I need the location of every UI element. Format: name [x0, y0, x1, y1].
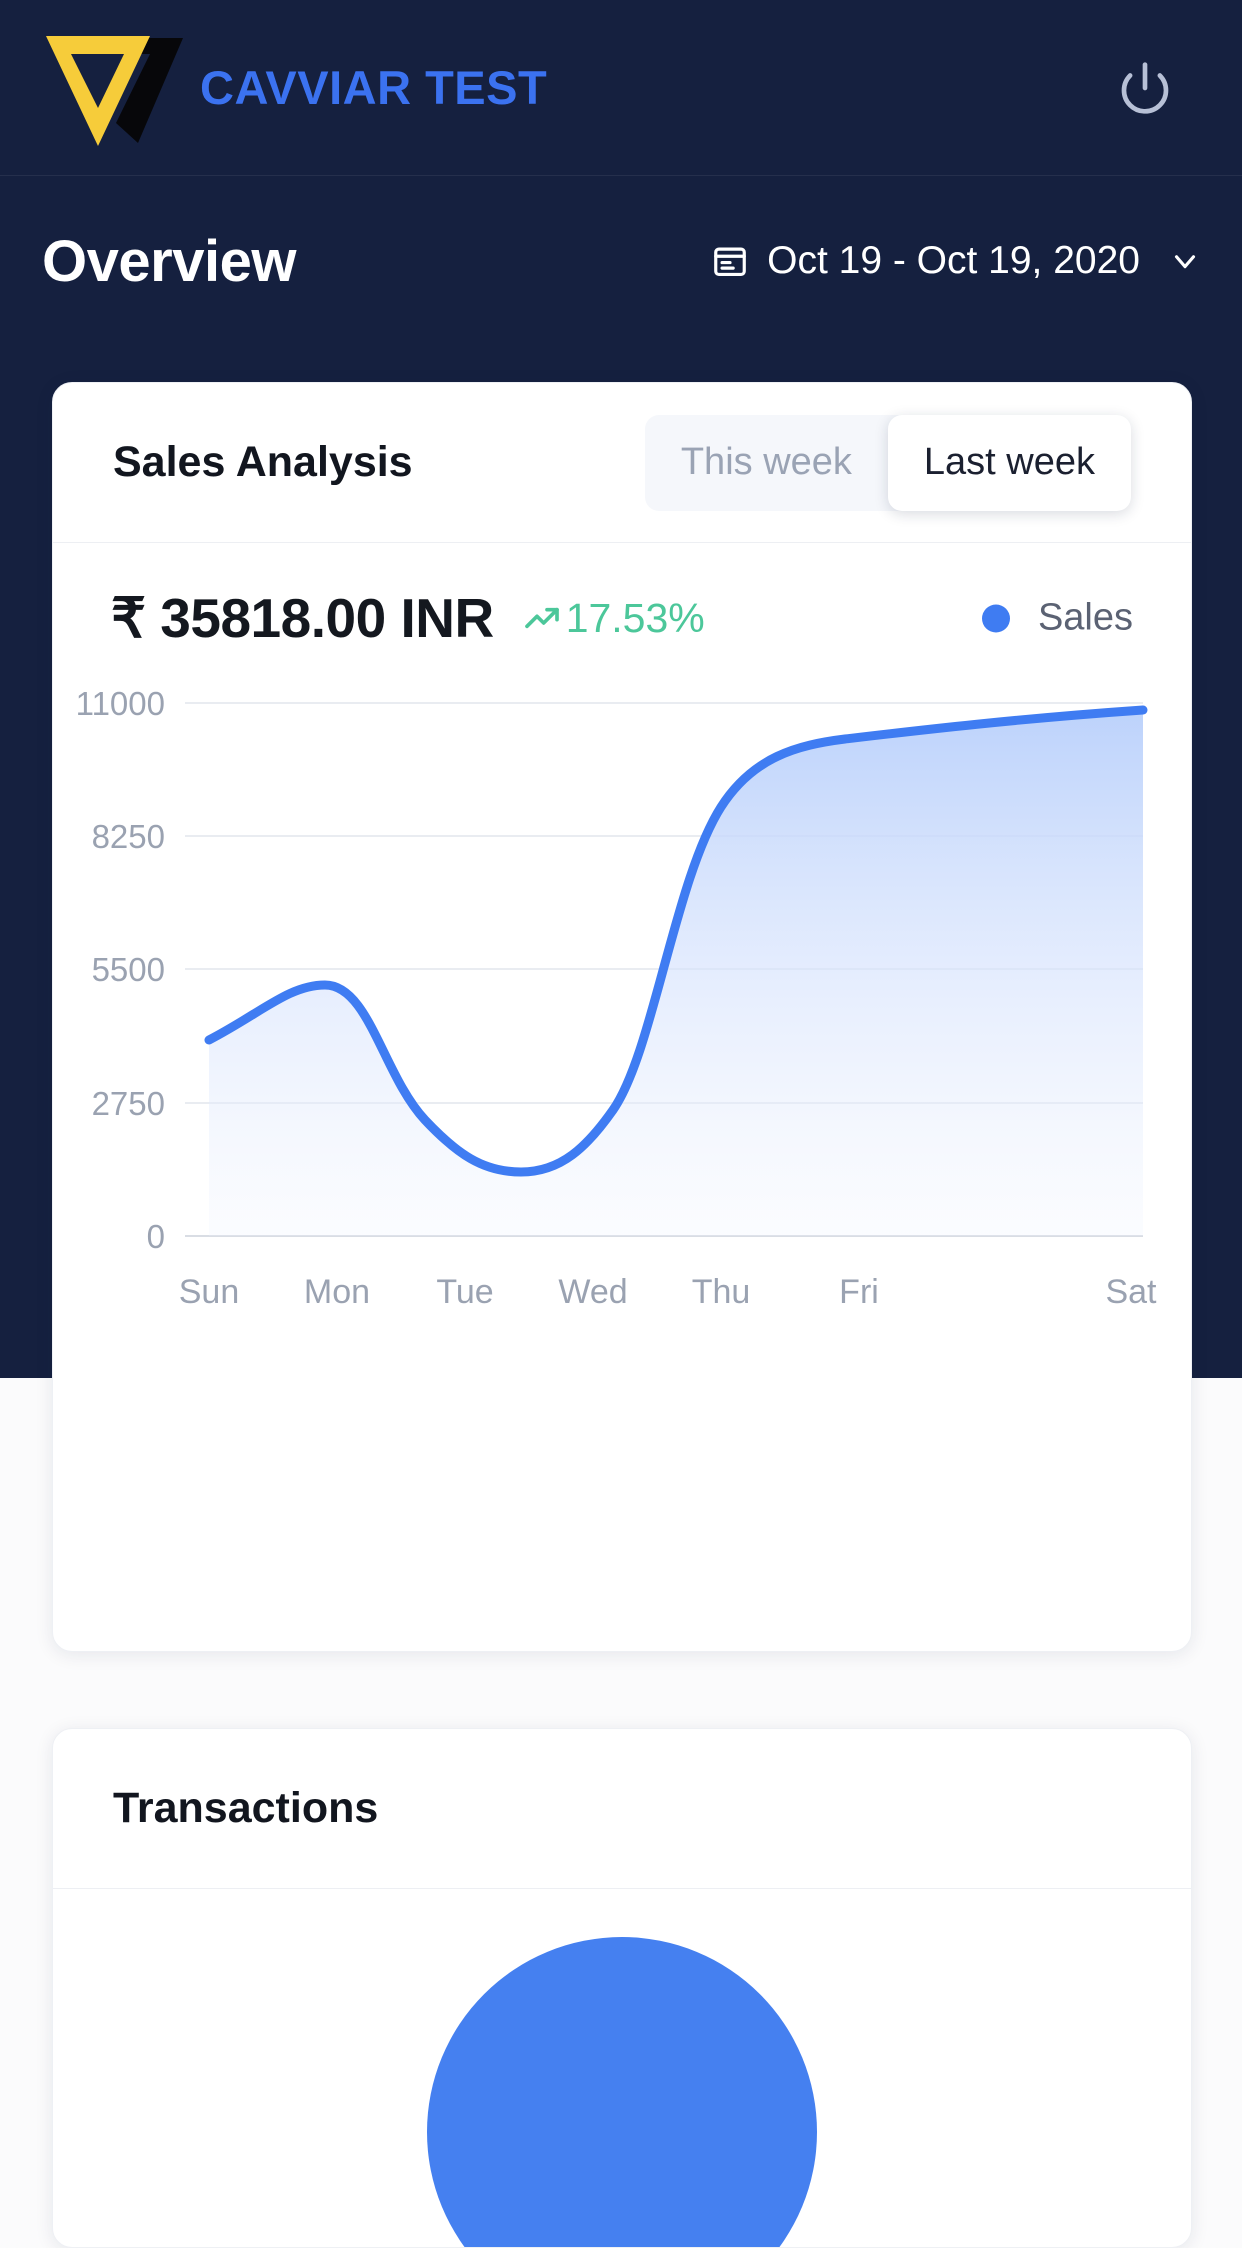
- y-tick-label: 0: [147, 1218, 165, 1255]
- overview-header: Overview Oct 19 - Oct 19, 2020: [0, 176, 1242, 346]
- brand-title: CAVVIAR TEST: [200, 61, 548, 114]
- tab-last-week[interactable]: Last week: [887, 414, 1131, 511]
- chart-series-sales: [204, 705, 1148, 1236]
- transactions-card-header: Transactions: [53, 1729, 1191, 1889]
- x-tick-label: Sun: [179, 1273, 240, 1311]
- x-tick-label: Mon: [304, 1273, 370, 1311]
- chart-x-axis: Sun Mon Tue Wed Thu Fri Sat: [179, 1273, 1157, 1311]
- x-tick-label: Sat: [1105, 1273, 1157, 1311]
- app-root: CAVVIAR TEST Overview Oct 19 - Oct 19, 2…: [0, 0, 1242, 2248]
- transactions-body: 6010: [53, 1889, 1191, 2247]
- transactions-card: Transactions 6010: [52, 1728, 1192, 2248]
- chart-y-axis: 11000 8250 5500 2750 0: [76, 685, 165, 1255]
- x-tick-label: Tue: [436, 1273, 493, 1311]
- tab-this-week[interactable]: This week: [645, 415, 888, 511]
- chart-area-fill: [209, 710, 1143, 1236]
- sales-card-title: Sales Analysis: [113, 438, 413, 486]
- sales-area-chart[interactable]: 11000 8250 5500 2750 0 Sun Mon Tue Wed T…: [53, 683, 1191, 1323]
- page-title: Overview: [42, 228, 296, 294]
- app-logo[interactable]: [38, 28, 188, 148]
- sales-card-header: Sales Analysis This week Last week: [53, 383, 1191, 543]
- y-tick-label: 8250: [92, 818, 165, 855]
- transactions-card-title: Transactions: [113, 1784, 379, 1832]
- sales-amount: ₹ 35818.00 INR: [111, 587, 494, 649]
- transactions-donut[interactable]: 6010: [427, 1937, 817, 2247]
- sales-summary-row: ₹ 35818.00 INR 17.53% Sales: [53, 543, 1191, 693]
- logo-mark-icon: [46, 35, 183, 146]
- x-tick-label: Fri: [839, 1273, 879, 1311]
- week-toggle-group: This week Last week: [644, 414, 1131, 511]
- x-tick-label: Wed: [558, 1273, 627, 1311]
- power-icon: [1121, 61, 1169, 114]
- chevron-down-icon: [1168, 244, 1202, 278]
- sales-analysis-card: Sales Analysis This week Last week ₹ 358…: [52, 382, 1192, 1652]
- trending-up-icon: [524, 607, 559, 629]
- calendar-icon: [711, 242, 749, 280]
- date-range-picker[interactable]: Oct 19 - Oct 19, 2020: [711, 239, 1202, 283]
- y-tick-label: 5500: [92, 951, 165, 988]
- y-tick-label: 11000: [76, 685, 165, 722]
- date-range-label: Oct 19 - Oct 19, 2020: [767, 239, 1140, 282]
- power-button[interactable]: [1110, 53, 1180, 123]
- legend-label: Sales: [1037, 596, 1133, 639]
- chart-legend[interactable]: Sales: [981, 596, 1133, 640]
- x-tick-label: Thu: [692, 1273, 751, 1311]
- y-tick-label: 2750: [92, 1085, 165, 1122]
- chart-svg: 11000 8250 5500 2750 0 Sun Mon Tue Wed T…: [76, 685, 1157, 1311]
- legend-color-dot: [981, 604, 1010, 632]
- sales-delta-value: 17.53%: [565, 594, 705, 641]
- app-bar: CAVVIAR TEST: [0, 0, 1242, 176]
- sales-delta: 17.53%: [522, 595, 705, 642]
